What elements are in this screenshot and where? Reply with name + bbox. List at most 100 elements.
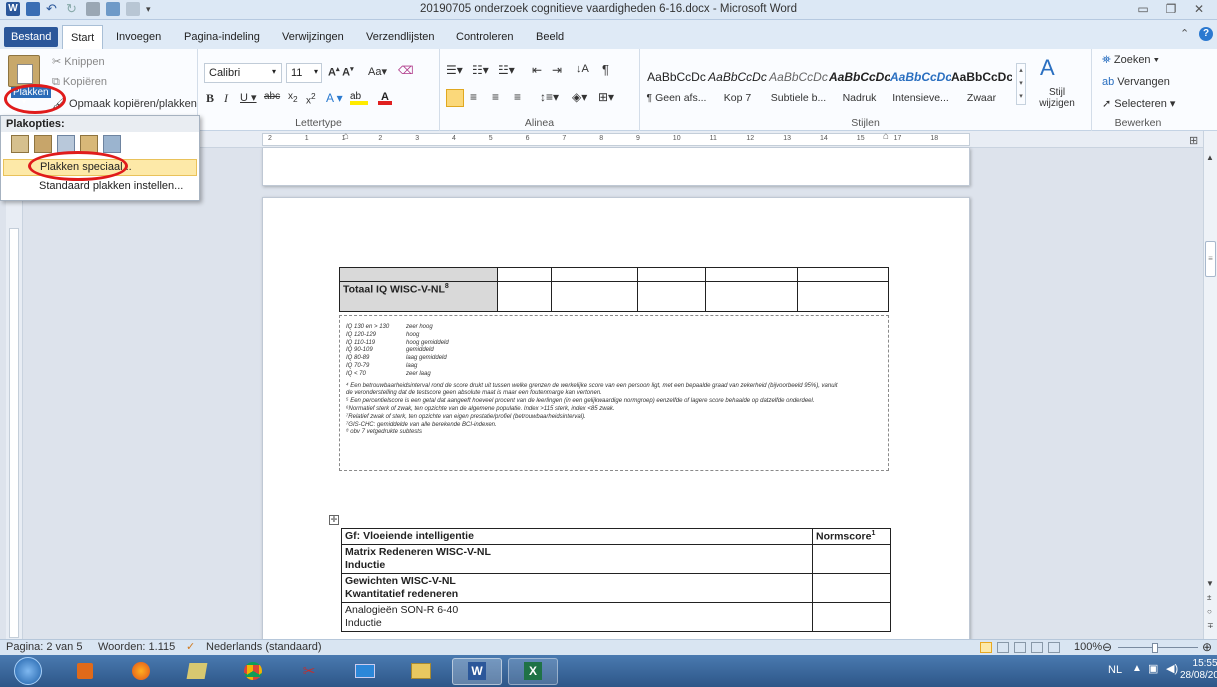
close-icon[interactable]: ✕ (1186, 1, 1212, 18)
paste-link-icon[interactable] (103, 135, 121, 153)
zoom-slider-thumb[interactable] (1152, 643, 1158, 653)
mail-icon[interactable] (340, 658, 390, 685)
next-page-icon[interactable]: ∓ (1207, 621, 1214, 630)
zoom-in-icon[interactable]: ⊕ (1202, 640, 1212, 654)
clock[interactable]: 15:5528/08/2019 (1180, 658, 1217, 682)
left-indent-marker-icon[interactable]: ⌂ (343, 131, 349, 142)
iq-total-label[interactable]: Totaal IQ WISC-V-NL8 (339, 281, 498, 312)
change-styles-icon[interactable]: A (1040, 55, 1055, 81)
table-cell[interactable] (797, 267, 889, 282)
change-styles-label[interactable]: Stijl wijzigen (1032, 87, 1082, 109)
fluid-intelligence-table[interactable]: Gf: Vloeiende intelligentie Normscore1 M… (341, 528, 891, 632)
table-cell[interactable] (551, 281, 638, 312)
decrease-indent-icon[interactable]: ⇤ (532, 63, 542, 77)
table-move-handle-icon[interactable]: ✛ (329, 515, 339, 525)
format-painter-button[interactable]: 🖌 Opmaak kopiëren/plakken (52, 97, 197, 110)
table-cell[interactable] (797, 281, 889, 312)
ribbon-minimize-icon[interactable]: ⌃ (1180, 27, 1189, 40)
print-layout-icon[interactable] (980, 642, 992, 653)
input-language[interactable]: NL (1108, 664, 1122, 676)
vertical-scrollbar[interactable]: ▲ ≡ ▼ ± ○ ∓ (1203, 131, 1217, 639)
word-icon[interactable]: W (452, 658, 502, 685)
font-name-dropdown-icon[interactable]: ▾ (272, 67, 276, 76)
italic-icon[interactable]: I (224, 91, 228, 106)
explorer-icon[interactable] (396, 658, 446, 685)
ruler-toggle-icon[interactable]: ⊞ (1189, 134, 1198, 147)
superscript-icon[interactable]: x2 (306, 91, 316, 106)
tab-pagina-indeling[interactable]: Pagina-indeling (176, 25, 268, 49)
tab-start[interactable]: Start (62, 25, 104, 49)
bullets-icon[interactable]: ☰▾ (446, 63, 463, 77)
styles-scroll-icon[interactable]: ▴ ▾ ▾ (1016, 63, 1026, 105)
vertical-ruler[interactable] (6, 148, 23, 639)
table-row[interactable]: Matrix Redeneren WISC-V-NL Inductie (341, 543, 813, 574)
style-strong[interactable]: AaBbCcDc Zwaar (951, 62, 1012, 104)
table-cell[interactable] (812, 572, 891, 603)
clear-format-icon[interactable]: ⌫ (398, 64, 414, 77)
style-intense-emphasis[interactable]: AaBbCcDc Intensieve... (890, 62, 951, 104)
change-case-icon[interactable]: Aa▾ (368, 65, 387, 78)
excel-icon[interactable]: X (508, 658, 558, 685)
help-icon[interactable]: ? (1199, 27, 1213, 41)
iq-summary-table[interactable]: Totaal IQ WISC-V-NL8 (339, 267, 889, 312)
table-cell[interactable] (497, 267, 552, 282)
style-subtle-emphasis[interactable]: AaBbCcDc Subtiele b... (768, 62, 829, 104)
table2-header-score[interactable]: Normscore1 (812, 528, 891, 545)
table-row[interactable]: Analogieën SON-R 6-40 Inductie (341, 601, 813, 632)
find-button[interactable]: ⛯ Zoeken ▾ (1102, 54, 1159, 67)
paste-merge-format-icon[interactable] (34, 135, 52, 153)
table-cell[interactable] (637, 267, 706, 282)
page-count[interactable]: Pagina: 2 van 5 (6, 641, 82, 653)
paste-keep-source-icon[interactable] (11, 135, 29, 153)
table2-header[interactable]: Gf: Vloeiende intelligentie (341, 528, 813, 545)
multilevel-list-icon[interactable]: ☳▾ (498, 63, 515, 77)
shading-icon[interactable]: ◈▾ (572, 90, 587, 104)
paste-icon[interactable] (8, 55, 40, 87)
word-count[interactable]: Woorden: 1.115 (98, 641, 175, 653)
tray-expand-icon[interactable]: ▲ (1132, 663, 1142, 674)
start-orb[interactable] (14, 657, 42, 685)
font-color-icon[interactable]: A (378, 91, 392, 105)
browse-object-icon[interactable]: ○ (1207, 607, 1212, 616)
style-emphasis[interactable]: AaBbCcDc Nadruk (829, 62, 890, 104)
zoom-level[interactable]: 100% (1074, 641, 1102, 653)
replace-button[interactable]: ab Vervangen (1102, 76, 1170, 88)
align-center-icon[interactable]: ≡ (470, 90, 477, 104)
sort-icon[interactable]: ↓A (576, 63, 589, 75)
increase-indent-icon[interactable]: ⇥ (552, 63, 562, 77)
full-screen-icon[interactable] (997, 642, 1009, 653)
zoom-slider[interactable] (1118, 647, 1198, 648)
firefox-icon[interactable] (116, 658, 166, 685)
highlight-icon[interactable]: ab (350, 91, 368, 105)
subscript-icon[interactable]: x2 (288, 91, 298, 104)
tab-controleren[interactable]: Controleren (448, 25, 521, 49)
pilcrow-icon[interactable]: ¶ (602, 62, 609, 77)
outline-icon[interactable] (1031, 642, 1043, 653)
table-cell[interactable] (812, 601, 891, 632)
justify-icon[interactable]: ≡ (514, 90, 521, 104)
table-cell[interactable] (339, 267, 498, 282)
align-left-icon[interactable] (446, 89, 464, 107)
chrome-icon[interactable] (228, 658, 278, 685)
document-page[interactable]: Totaal IQ WISC-V-NL8 IQ 130 en > 130 zeer… (262, 197, 970, 657)
previous-page-icon[interactable]: ± (1207, 593, 1211, 602)
draft-icon[interactable] (1048, 642, 1060, 653)
right-indent-marker-icon[interactable]: ⌂ (883, 131, 889, 142)
snipping-icon[interactable]: ✂ (284, 658, 334, 685)
tab-invoegen[interactable]: Invoegen (108, 25, 169, 49)
cut-button[interactable]: ✂ Knippen (52, 55, 105, 68)
style-kop-7[interactable]: AaBbCcDc Kop 7 (707, 62, 768, 104)
select-button[interactable]: ➚ Selecteren ▾ (1102, 97, 1175, 110)
tab-bestand[interactable]: Bestand (4, 27, 59, 47)
scroll-thumb[interactable]: ≡ (1205, 241, 1216, 277)
scroll-up-icon[interactable]: ▲ (1206, 153, 1214, 162)
grow-font-icon[interactable]: A▴ A▾ (328, 65, 354, 79)
table-cell[interactable] (812, 543, 891, 574)
photos-icon[interactable] (172, 658, 222, 685)
set-default-paste-item[interactable]: Standaard plakken instellen... (39, 179, 183, 194)
bold-icon[interactable]: B (206, 91, 214, 106)
table-cell[interactable] (497, 281, 552, 312)
table-cell[interactable] (705, 281, 798, 312)
font-size-dropdown-icon[interactable]: ▾ (314, 67, 318, 76)
footnotes-box[interactable]: IQ 130 en > 130 zeer hoog IQ 120-129 hoog IQ… (339, 315, 889, 471)
